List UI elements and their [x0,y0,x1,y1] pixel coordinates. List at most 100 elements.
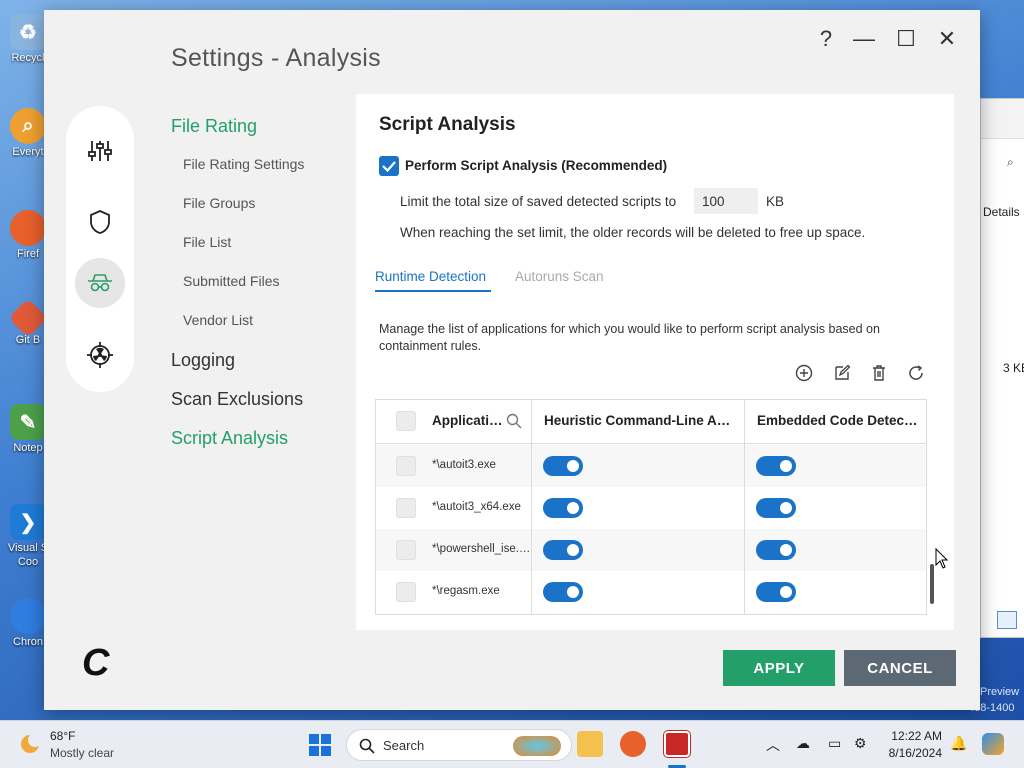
taskbar-search-box[interactable]: Search [346,729,572,761]
limit-label: Limit the total size of saved detected s… [400,194,677,209]
minimize-button[interactable]: — [850,26,878,52]
details-view-button[interactable] [997,611,1017,629]
window-title: Settings - Analysis [171,44,381,72]
file-size: 3 KE [1003,361,1024,375]
embedded-toggle[interactable] [756,540,796,560]
search-icon[interactable] [506,413,522,429]
rail-item-general[interactable] [75,126,125,176]
description-line1: Manage the list of applications for whic… [379,322,880,336]
maximize-button[interactable]: ☐ [892,26,920,52]
sliders-icon [88,141,112,161]
chevron-up-icon[interactable]: ︿ [766,735,780,755]
apply-button[interactable]: APPLY [723,650,835,686]
column-divider [531,400,532,614]
background-explorer-window[interactable]: ✕ ⌕ Details 3 KE [980,98,1024,638]
applications-table: Applicati… Heuristic Command-Line A… Emb… [375,399,927,615]
nav-vendor-list[interactable]: Vendor List [183,312,253,328]
shield-icon [90,210,110,234]
notification-bell-icon[interactable]: 🔔 [950,735,967,752]
column-header-application[interactable]: Applicati… [432,413,503,428]
active-tab-indicator [375,290,491,292]
file-explorer-icon[interactable] [577,731,603,757]
add-icon [795,364,813,382]
tab-autoruns-scan[interactable]: Autoruns Scan [515,269,604,284]
application-path: *\powershell_ise.… [432,543,531,555]
refresh-icon [909,365,923,380]
table-header: Applicati… Heuristic Command-Line A… Emb… [376,400,926,444]
display-icon[interactable]: ▭ [828,735,841,752]
table-row[interactable]: *\regasm.exe [376,571,926,613]
firefox-taskbar-icon[interactable] [620,731,646,757]
heuristic-toggle[interactable] [543,582,583,602]
settings-window: Settings - Analysis ? — ☐ ✕ File Rating … [44,10,980,710]
rail-item-protection[interactable] [75,197,125,247]
clock-time[interactable]: 12:22 AM [886,729,942,743]
windows-start-icon[interactable] [309,734,331,756]
table-row[interactable]: *\autoit3.exe [376,445,926,487]
cancel-button[interactable]: CANCEL [844,650,956,686]
weather-moon-icon[interactable] [18,731,44,757]
add-button[interactable] [793,362,815,384]
trash-icon [873,365,885,381]
delete-button[interactable] [868,362,890,384]
details-column-header[interactable]: Details [983,205,1020,219]
rail-item-containment[interactable] [75,330,125,380]
nav-file-groups[interactable]: File Groups [183,195,255,211]
heuristic-toggle[interactable] [543,456,583,476]
edit-icon [835,364,851,380]
content-panel: Script Analysis Perform Script Analysis … [356,94,954,630]
nav-file-rating[interactable]: File Rating [171,116,257,137]
row-checkbox[interactable] [396,582,416,602]
limit-unit: KB [766,194,785,209]
select-all-checkbox[interactable] [396,411,416,431]
taskbar: 68°F Mostly clear Search ︿ ☁ ▭ ⚙ 12:22 A… [0,720,1024,768]
application-path: *\autoit3.exe [432,459,496,471]
refresh-button[interactable] [905,362,927,384]
clock-date[interactable]: 8/16/2024 [886,746,942,760]
heuristic-toggle[interactable] [543,498,583,518]
watermark-line1: Preview [980,686,1020,698]
nav-file-rating-settings[interactable]: File Rating Settings [183,156,304,172]
row-checkbox[interactable] [396,456,416,476]
settings-tray-icon[interactable]: ⚙ [854,735,867,752]
nav-logging[interactable]: Logging [171,350,235,371]
search-icon[interactable]: ⌕ [1007,155,1014,170]
heuristic-toggle[interactable] [543,540,583,560]
tab-runtime-detection[interactable]: Runtime Detection [375,269,486,284]
copilot-icon[interactable] [982,733,1004,755]
nav-submitted-files[interactable]: Submitted Files [183,273,279,289]
embedded-toggle[interactable] [756,582,796,602]
edit-button[interactable] [831,362,853,384]
nav-script-analysis[interactable]: Script Analysis [171,428,288,449]
column-header-embedded[interactable]: Embedded Code Detec… [757,413,918,428]
embedded-toggle[interactable] [756,456,796,476]
comodo-taskbar-icon[interactable] [664,731,690,757]
help-button[interactable]: ? [812,26,840,52]
network-off-icon[interactable]: ☁ [796,735,810,752]
table-row[interactable]: *\autoit3_x64.exe [376,487,926,529]
weather-description[interactable]: Mostly clear [50,746,114,760]
icon-rail [66,106,134,392]
recycle-bin-icon: ♻ [10,14,46,50]
taskbar-search-placeholder: Search [383,738,425,753]
everything-search-icon: ⌕ [10,108,46,144]
section-title: Script Analysis [379,114,516,135]
perform-analysis-checkbox[interactable] [379,156,399,176]
rail-item-analysis[interactable] [75,258,125,308]
weather-temperature[interactable]: 68°F [50,729,75,743]
table-scrollbar[interactable] [930,564,934,604]
limit-note: When reaching the set limit, the older r… [400,225,866,240]
row-checkbox[interactable] [396,540,416,560]
column-header-heuristic[interactable]: Heuristic Command-Line A… [544,413,730,428]
embedded-toggle[interactable] [756,498,796,518]
limit-size-input[interactable] [694,188,758,214]
nav-file-list[interactable]: File List [183,234,231,250]
table-row[interactable]: *\powershell_ise.… [376,529,926,571]
perform-analysis-label[interactable]: Perform Script Analysis (Recommended) [405,158,667,173]
row-checkbox[interactable] [396,498,416,518]
chrome-icon [10,598,46,634]
nav-scan-exclusions[interactable]: Scan Exclusions [171,389,303,410]
radiation-icon [87,342,113,368]
mouse-cursor-icon [935,548,949,569]
close-button[interactable]: ✕ [933,26,961,52]
